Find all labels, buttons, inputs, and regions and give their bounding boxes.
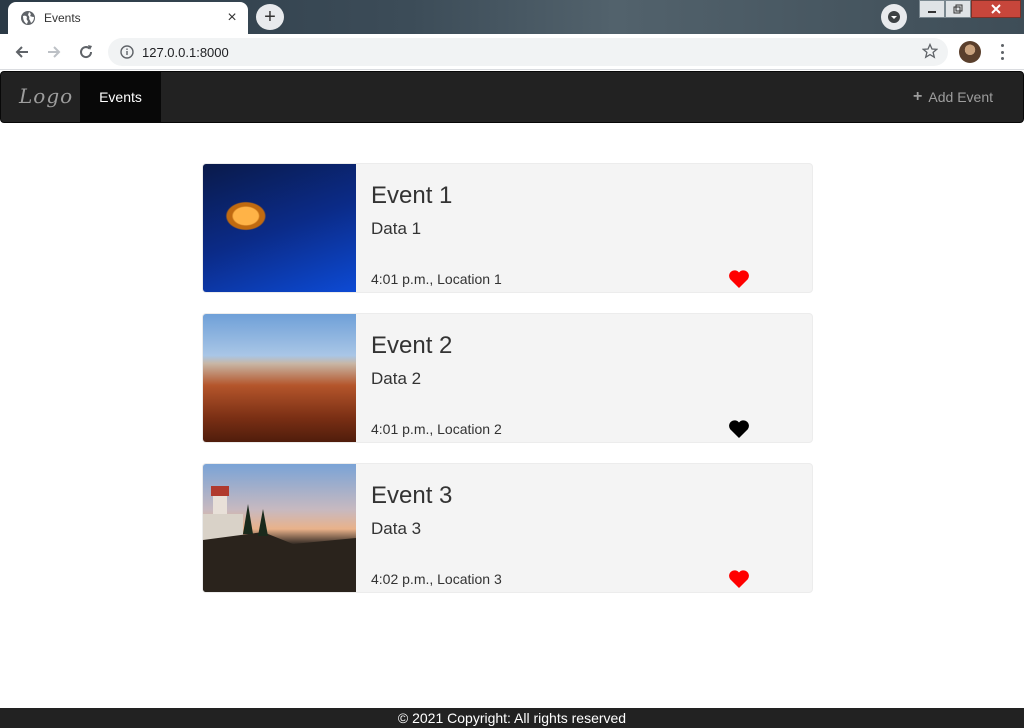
event-data: Data 2 bbox=[371, 369, 422, 388]
browser-titlebar: Events × + bbox=[0, 0, 1024, 34]
heart-icon[interactable] bbox=[728, 269, 750, 289]
event-title: Event 1 bbox=[371, 182, 453, 209]
browser-tab[interactable]: Events × bbox=[8, 2, 248, 34]
tab-title: Events bbox=[44, 11, 81, 25]
plus-icon: + bbox=[913, 88, 923, 105]
restore-icon bbox=[953, 4, 963, 14]
url-text[interactable]: 127.0.0.1:8000 bbox=[142, 45, 229, 60]
event-image-jellyfish bbox=[203, 164, 356, 292]
forward-icon bbox=[48, 46, 61, 58]
tab-search-button[interactable] bbox=[881, 4, 907, 30]
back-button[interactable] bbox=[10, 40, 34, 64]
globe-icon bbox=[21, 11, 35, 25]
event-card[interactable]: Event 2 Data 2 4:01 p.m., Location 2 bbox=[202, 313, 813, 443]
window-restore-button[interactable] bbox=[945, 0, 971, 18]
lighthouse-illustration bbox=[203, 486, 356, 592]
browser-toolbar: 127.0.0.1:8000 bbox=[0, 34, 1024, 70]
forward-button[interactable] bbox=[42, 40, 66, 64]
event-data: Data 1 bbox=[371, 219, 422, 238]
event-meta: 4:01 p.m., Location 2 bbox=[371, 421, 502, 437]
reload-icon bbox=[80, 45, 93, 59]
avatar[interactable] bbox=[959, 41, 981, 63]
browser-menu-button[interactable] bbox=[996, 42, 1008, 62]
event-card[interactable]: Event 1 Data 1 4:01 p.m., Location 1 bbox=[202, 163, 813, 293]
tab-close-button[interactable]: × bbox=[222, 8, 242, 28]
event-meta: 4:02 p.m., Location 3 bbox=[371, 571, 502, 587]
close-icon bbox=[991, 4, 1001, 14]
event-data: Data 3 bbox=[371, 519, 422, 538]
chevron-down-icon bbox=[888, 11, 900, 23]
add-event-link[interactable]: + Add Event bbox=[913, 72, 993, 122]
add-event-label: Add Event bbox=[928, 89, 993, 105]
heart-icon[interactable] bbox=[728, 569, 750, 589]
site-navbar: Logo Events + Add Event bbox=[0, 71, 1024, 123]
minimize-icon bbox=[928, 11, 936, 13]
event-meta: 4:01 p.m., Location 1 bbox=[371, 271, 502, 287]
reload-button[interactable] bbox=[74, 40, 98, 64]
brand-logo[interactable]: Logo bbox=[19, 84, 73, 108]
event-image-desert bbox=[203, 314, 356, 442]
event-card[interactable]: Event 3 Data 3 4:02 p.m., Location 3 bbox=[202, 463, 813, 593]
star-icon[interactable] bbox=[922, 43, 938, 59]
footer: © 2021 Copyright: All rights reserved bbox=[0, 708, 1024, 728]
address-bar[interactable]: 127.0.0.1:8000 bbox=[108, 38, 948, 66]
new-tab-button[interactable]: + bbox=[256, 4, 284, 30]
window-close-button[interactable] bbox=[971, 0, 1021, 18]
info-icon[interactable] bbox=[120, 45, 134, 59]
nav-item-events[interactable]: Events bbox=[80, 72, 161, 122]
back-icon bbox=[15, 46, 28, 58]
event-title: Event 2 bbox=[371, 332, 453, 359]
window-minimize-button[interactable] bbox=[919, 0, 945, 18]
heart-icon[interactable] bbox=[728, 419, 750, 439]
event-title: Event 3 bbox=[371, 482, 453, 509]
event-image-lighthouse bbox=[203, 464, 356, 592]
